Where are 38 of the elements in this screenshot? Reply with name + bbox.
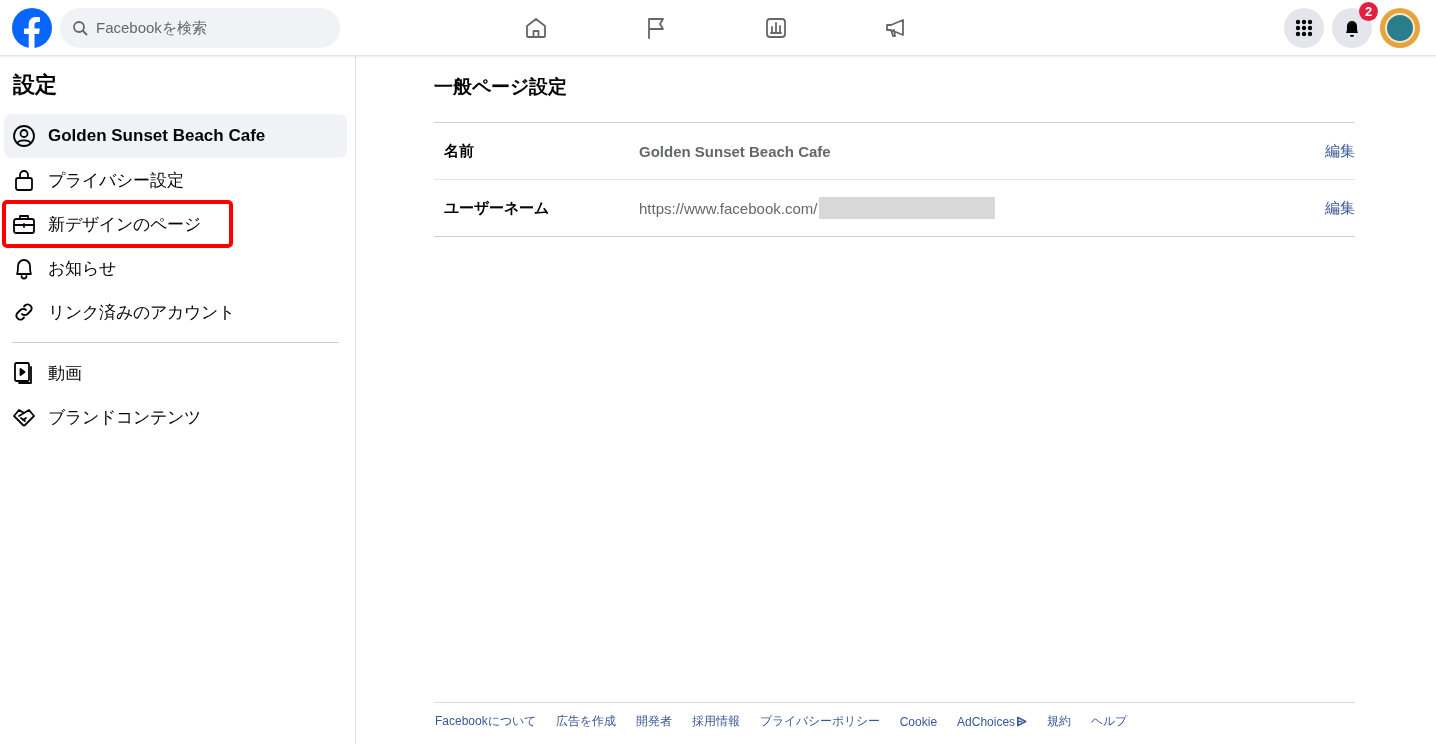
sidebar-item[interactable]: お知らせ [4, 246, 347, 290]
footer-link[interactable]: 採用情報 [691, 713, 740, 730]
field-value: https://www.facebook.com/ [639, 199, 818, 217]
notification-badge: 2 [1359, 1, 1378, 21]
footer-link[interactable]: 規約 [1047, 713, 1072, 730]
edit-link[interactable]: 編集 [1325, 198, 1355, 218]
footer-link[interactable]: Cookie [899, 713, 938, 730]
notifications-button[interactable] [1332, 7, 1372, 48]
briefcase-icon [12, 212, 36, 236]
lock-icon [12, 168, 36, 192]
field-label: ユーザーネーム [444, 198, 550, 218]
search-field[interactable]: Facebookを検索 [94, 18, 318, 37]
play-triangle-icon [1016, 716, 1028, 727]
sidebar-item[interactable]: ブランドコンテンツ [4, 395, 347, 439]
link-icon [12, 300, 36, 324]
footer-link[interactable]: AdChoices [957, 713, 1028, 730]
footer-link[interactable]: 広告を作成 [555, 713, 616, 730]
sidebar-item[interactable]: 動画 [4, 351, 347, 395]
footer-link[interactable]: 開発者 [635, 713, 672, 730]
sidebar-item[interactable]: Golden Sunset Beach Cafe [4, 114, 347, 158]
person-icon [12, 124, 36, 148]
footer-link[interactable]: ヘルプ [1091, 713, 1128, 730]
field-value: Golden Sunset Beach Cafe [639, 142, 831, 160]
search-icon [72, 19, 88, 36]
sidebar-item[interactable]: プライバシー設定 [4, 158, 347, 202]
section-title: 一般ページ設定 [434, 75, 568, 99]
search-bar[interactable]: Facebookを検索 [60, 7, 340, 48]
footer-link[interactable]: プライバシーポリシー [759, 713, 880, 730]
grid-icon [1294, 17, 1314, 38]
edit-link[interactable]: 編集 [1325, 141, 1355, 161]
footer-link[interactable]: Facebookについて [435, 713, 536, 730]
field-label: 名前 [444, 141, 475, 161]
facebook-logo[interactable] [12, 7, 52, 48]
sidebar-item[interactable]: 新デザインのページ [4, 202, 231, 246]
sidebar-item[interactable]: リンク済みのアカウント [4, 290, 347, 334]
profile-avatar[interactable] [1380, 7, 1420, 48]
menu-button[interactable] [1284, 7, 1324, 48]
sidebar-title: 設定 [13, 71, 58, 99]
